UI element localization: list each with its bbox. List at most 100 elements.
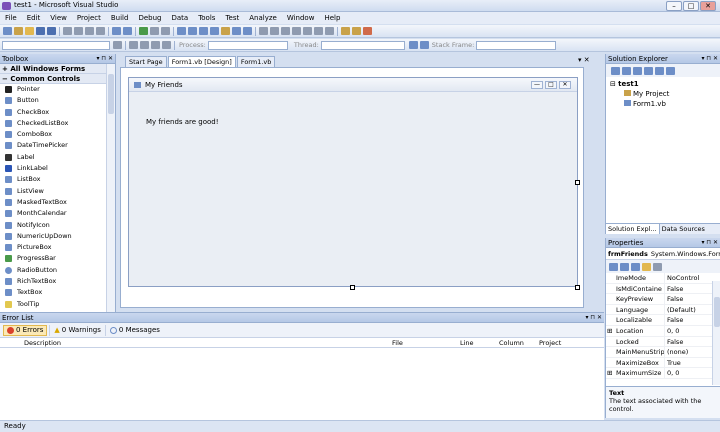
- send-to-back-icon[interactable]: [352, 27, 361, 35]
- menu-help[interactable]: Help: [319, 12, 345, 24]
- property-row[interactable]: ImeMode NoControl: [606, 273, 712, 284]
- tab-start-page[interactable]: Start Page: [125, 56, 167, 67]
- properties-object-selector[interactable]: frmFriends System.Windows.Forr: [606, 248, 720, 260]
- toolbox-item-tooltip[interactable]: ToolTip: [0, 299, 106, 310]
- bring-to-front-icon[interactable]: [341, 27, 350, 35]
- designed-form[interactable]: My Friends — □ ✕ My friends are good!: [128, 77, 578, 287]
- alphabetical-icon[interactable]: [620, 262, 629, 271]
- document-close-icon[interactable]: ▾ ✕: [578, 56, 590, 64]
- tree-item-my-project[interactable]: My Project: [610, 89, 716, 99]
- flag-icon[interactable]: [419, 41, 429, 49]
- scrollbar-thumb[interactable]: [108, 74, 114, 114]
- column-column[interactable]: Column: [499, 339, 524, 347]
- solution-config-combo[interactable]: [2, 40, 110, 50]
- cut-icon[interactable]: [63, 27, 72, 35]
- paste-icon[interactable]: [85, 27, 94, 35]
- toolbox-item-button[interactable]: Button: [0, 95, 106, 106]
- property-value[interactable]: False: [664, 283, 710, 294]
- toolbox-item-label[interactable]: Label: [0, 152, 106, 163]
- align-lefts-icon[interactable]: [259, 27, 268, 35]
- property-value[interactable]: True: [664, 357, 710, 368]
- uncomment-icon[interactable]: [162, 41, 171, 49]
- view-class-diagram-icon[interactable]: [666, 66, 675, 75]
- filter-icon[interactable]: [408, 41, 418, 49]
- menu-data[interactable]: Data: [166, 12, 193, 24]
- toolbox-item-monthcalendar[interactable]: MonthCalendar: [0, 208, 106, 219]
- tree-item-form1[interactable]: Form1.vb: [610, 99, 716, 109]
- tree-item-project[interactable]: ⊟ test1: [610, 79, 716, 89]
- properties-icon[interactable]: [611, 66, 620, 75]
- show-all-files-icon[interactable]: [622, 66, 631, 75]
- property-value[interactable]: False: [664, 336, 710, 347]
- property-pages-icon[interactable]: [653, 262, 662, 271]
- menu-view[interactable]: View: [45, 12, 72, 24]
- property-row[interactable]: Localizable False: [606, 315, 712, 326]
- toolbox-icon[interactable]: [221, 27, 230, 35]
- menu-file[interactable]: File: [0, 12, 22, 24]
- property-value[interactable]: False: [664, 315, 710, 326]
- save-all-icon[interactable]: [47, 27, 56, 35]
- property-value[interactable]: False: [664, 294, 710, 305]
- align-bottoms-icon[interactable]: [314, 27, 323, 35]
- column-description[interactable]: Description: [24, 339, 61, 347]
- toolbox-group-common[interactable]: − Common Controls: [0, 74, 106, 84]
- tab-data-sources[interactable]: Data Sources: [660, 224, 707, 234]
- toolbox-scrollbar[interactable]: [106, 64, 115, 312]
- property-row[interactable]: MainMenuStrip (none): [606, 347, 712, 358]
- toolbox-item-radiobutton[interactable]: RadioButton: [0, 265, 106, 276]
- panel-controls-icon[interactable]: ▾ ⊓ ✕: [701, 238, 718, 248]
- solution-explorer-icon[interactable]: [199, 27, 208, 35]
- property-row[interactable]: Language (Default): [606, 304, 712, 316]
- property-row[interactable]: IsMdiContaine False: [606, 283, 712, 295]
- toolbox-item-richtextbox[interactable]: RichTextBox: [0, 276, 106, 287]
- toolbox-item-numericupdown[interactable]: NumericUpDown: [0, 231, 106, 242]
- toolbox-item-listbox[interactable]: ListBox: [0, 174, 106, 185]
- toolbox-item-picturebox[interactable]: PictureBox: [0, 242, 106, 253]
- properties-scrollbar[interactable]: [712, 281, 720, 385]
- comment-icon[interactable]: [151, 41, 160, 49]
- view-code-icon[interactable]: [644, 66, 653, 75]
- open-file-icon[interactable]: [25, 27, 34, 35]
- menu-analyze[interactable]: Analyze: [244, 12, 282, 24]
- scrollbar-thumb[interactable]: [714, 297, 720, 327]
- column-file[interactable]: File: [392, 339, 403, 347]
- find-in-files-icon[interactable]: [188, 27, 197, 35]
- resize-handle-right[interactable]: [575, 180, 580, 185]
- stop-icon[interactable]: [161, 27, 170, 35]
- events-icon[interactable]: [642, 262, 651, 271]
- property-row[interactable]: KeyPreview False: [606, 294, 712, 305]
- panel-controls-icon[interactable]: ▾ ⊓ ✕: [701, 54, 718, 64]
- align-middles-icon[interactable]: [303, 27, 312, 35]
- property-row[interactable]: MaximizeBox True: [606, 357, 712, 369]
- align-centers-icon[interactable]: [270, 27, 279, 35]
- tab-solution-explorer[interactable]: Solution Expl...: [606, 224, 660, 234]
- properties-icon[interactable]: [210, 27, 219, 35]
- property-value[interactable]: 0, 0: [664, 368, 710, 379]
- menu-project[interactable]: Project: [72, 12, 106, 24]
- lock-controls-icon[interactable]: [363, 27, 372, 35]
- menu-build[interactable]: Build: [106, 12, 134, 24]
- warnings-filter-button[interactable]: ▲ 0 Warnings: [49, 324, 105, 336]
- column-project[interactable]: Project: [539, 339, 561, 347]
- menu-tools[interactable]: Tools: [193, 12, 220, 24]
- property-value[interactable]: (Default): [664, 304, 710, 315]
- process-combo[interactable]: [207, 40, 288, 50]
- new-project-icon[interactable]: [3, 27, 12, 35]
- class-view-icon[interactable]: [243, 27, 252, 35]
- property-value[interactable]: NoControl: [664, 273, 710, 283]
- toolbox-item-checkbox[interactable]: CheckBox: [0, 107, 106, 118]
- property-row[interactable]: ⊞ Location 0, 0: [606, 325, 712, 337]
- panel-controls-icon[interactable]: ▾ ⊓ ✕: [96, 54, 113, 64]
- align-rights-icon[interactable]: [281, 27, 290, 35]
- toolbox-item-maskedtextbox[interactable]: MaskedTextBox: [0, 197, 106, 208]
- view-designer-icon[interactable]: [655, 66, 664, 75]
- tab-form1-code[interactable]: Form1.vb: [236, 56, 276, 67]
- add-item-icon[interactable]: [14, 27, 23, 35]
- properties-view-icon[interactable]: [631, 262, 640, 271]
- toolbox-item-datetimepicker[interactable]: DateTimePicker: [0, 140, 106, 151]
- pause-icon[interactable]: [150, 27, 159, 35]
- tab-form1-design[interactable]: Form1.vb [Design]: [167, 56, 236, 67]
- chevron-down-icon[interactable]: [113, 41, 122, 49]
- toolbox-item-pointer[interactable]: Pointer: [0, 84, 106, 95]
- minimize-button[interactable]: –: [666, 1, 682, 11]
